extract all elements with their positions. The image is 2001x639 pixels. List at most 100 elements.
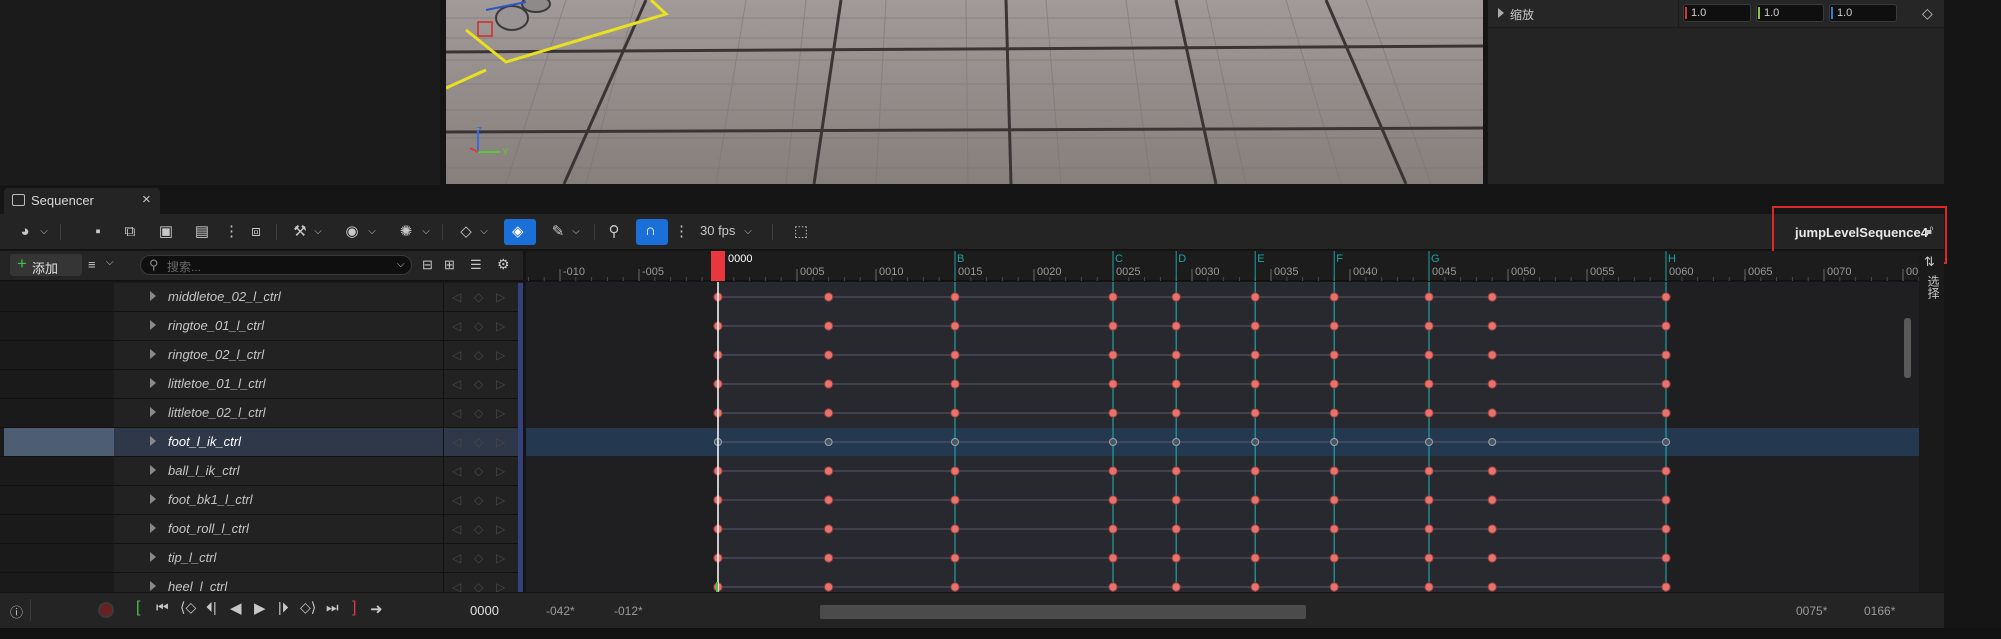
horizontal-scrollbar[interactable] [820,605,1306,619]
expand-arrow-icon[interactable] [150,494,156,504]
chevron-down-icon[interactable]: ⌵ [478,222,490,242]
list-view-icon[interactable]: ☰ [470,257,482,273]
search-input[interactable]: ⚲ 搜索... ⌵ [140,255,412,275]
keyframe[interactable] [1171,408,1181,418]
next-key-icon[interactable]: ▷ [496,464,505,478]
record-button[interactable] [98,602,114,618]
add-track-button[interactable]: + 添加 [10,254,82,276]
keyframe[interactable] [823,379,834,389]
marker-label[interactable]: B [957,253,964,265]
current-frame-field[interactable]: 0000 [470,603,499,618]
working-range-end[interactable]: 0075* [1796,604,1827,618]
filter-icon[interactable]: ≡ [88,257,96,272]
chevron-down-icon[interactable]: ⌵ [312,222,324,242]
add-key-icon[interactable]: ◇ [474,406,483,420]
track-row[interactable]: middletoe_02_l_ctrl ◁ ◇ ▷ [0,283,523,312]
next-key-icon[interactable]: ▷ [496,580,505,592]
keyframe[interactable] [1661,379,1671,389]
view-range-end[interactable]: 0166* [1864,604,1895,618]
keyframe[interactable] [1662,438,1670,446]
more-options-icon[interactable]: ⋮ [224,222,239,242]
next-key-icon[interactable]: ▷ [496,551,505,565]
scale-z-field[interactable]: 1.0 [1829,4,1897,22]
keyframe[interactable] [1250,379,1260,389]
keyframe[interactable] [1329,582,1339,592]
render-movie-icon[interactable]: ▤ [192,222,212,242]
keyframe[interactable] [1108,408,1118,418]
marker-label[interactable]: C [1115,253,1123,265]
play-icon[interactable]: ▶ [254,599,266,617]
keyframe[interactable] [1329,292,1339,302]
keyframe[interactable] [1108,321,1118,331]
keyframe[interactable] [823,466,834,476]
expand-arrow-icon[interactable] [1498,8,1504,18]
keyframe[interactable] [950,524,960,534]
keyframe[interactable] [1108,553,1118,563]
keyframe[interactable] [1171,350,1181,360]
keyframe[interactable] [823,582,834,592]
next-key-icon[interactable]: ▷ [496,522,505,536]
chevron-down-icon[interactable]: ⌵ [397,259,405,270]
step-back-icon[interactable]: ⏴| [206,599,217,616]
keyframe[interactable] [823,524,834,534]
track-row[interactable]: littletoe_01_l_ctrl ◁ ◇ ▷ [0,370,523,399]
track-row[interactable]: tip_l_ctrl ◁ ◇ ▷ [0,544,523,573]
keyframe[interactable] [823,495,834,505]
add-key-icon[interactable]: ◇ [474,580,483,592]
keyframe[interactable] [1171,582,1181,592]
keyframe[interactable] [1424,524,1434,534]
keyframe[interactable] [1661,408,1671,418]
keyframe[interactable] [1172,438,1181,446]
track-row[interactable]: heel_l_ctrl ◁ ◇ ▷ [0,573,523,592]
chevron-down-icon[interactable]: ⌵ [38,222,50,242]
chevron-down-icon[interactable]: ⌵ [106,257,114,268]
chevron-down-icon[interactable]: ⌵ [366,222,378,242]
vertical-scrollbar[interactable] [1904,318,1911,378]
keyframe[interactable] [950,350,960,360]
key-diamond-icon[interactable]: ◇ [456,222,476,242]
keyframe[interactable] [1424,321,1434,331]
track-row[interactable]: foot_bk1_l_ctrl ◁ ◇ ▷ [0,486,523,515]
keyframe[interactable] [1329,524,1339,534]
save-icon[interactable]: ▪ [90,222,106,242]
prev-key-icon[interactable]: ◁ [452,580,461,592]
next-key-icon[interactable]: ▷ [496,493,505,507]
track-row[interactable]: ringtoe_02_l_ctrl ◁ ◇ ▷ [0,341,523,370]
sliders-icon[interactable]: ⇅ [1924,254,1935,270]
keyframe[interactable] [1661,292,1671,302]
keyframe[interactable] [823,408,834,418]
side-tab-selection[interactable]: 选择 [1925,275,1942,299]
next-key-icon[interactable]: ▷ [496,290,505,304]
keyframe[interactable] [1109,438,1117,446]
marker-label[interactable]: F [1336,253,1343,265]
keyframe[interactable] [1250,292,1260,302]
marker-label[interactable]: E [1257,253,1264,265]
keyframe[interactable] [1329,495,1339,505]
working-range-start[interactable]: -012* [614,604,643,618]
keyframe[interactable] [951,438,959,446]
add-key-icon[interactable]: ◇ [474,348,483,362]
prev-key-icon[interactable]: ◁ [452,406,461,420]
keyframe[interactable] [1487,408,1497,418]
expand-arrow-icon[interactable] [150,291,156,301]
set-end-icon[interactable]: ] [352,599,356,617]
prev-key-icon[interactable]: ◁ [452,493,461,507]
keyframe[interactable] [950,408,960,418]
gear-icon[interactable]: ⚙ [497,256,510,273]
keyframe[interactable] [1329,408,1339,418]
keyframe[interactable] [1487,350,1497,360]
keyframe[interactable] [950,321,960,331]
collapse-all-icon[interactable]: ⊟ [422,257,433,273]
keyframe[interactable] [1661,524,1671,534]
keyframe[interactable] [1329,321,1339,331]
add-key-icon[interactable]: ◇ [474,377,483,391]
keyframe[interactable] [823,321,834,331]
prev-key-icon[interactable]: ◁ [452,522,461,536]
expand-arrow-icon[interactable] [150,552,156,562]
prev-key-icon[interactable]: ◁ [452,319,461,333]
keyframe[interactable] [1425,438,1433,446]
keyframe[interactable] [1329,466,1339,476]
marker-label[interactable]: D [1178,253,1186,265]
keyframe[interactable] [1171,495,1181,505]
keyframe[interactable] [950,582,960,592]
